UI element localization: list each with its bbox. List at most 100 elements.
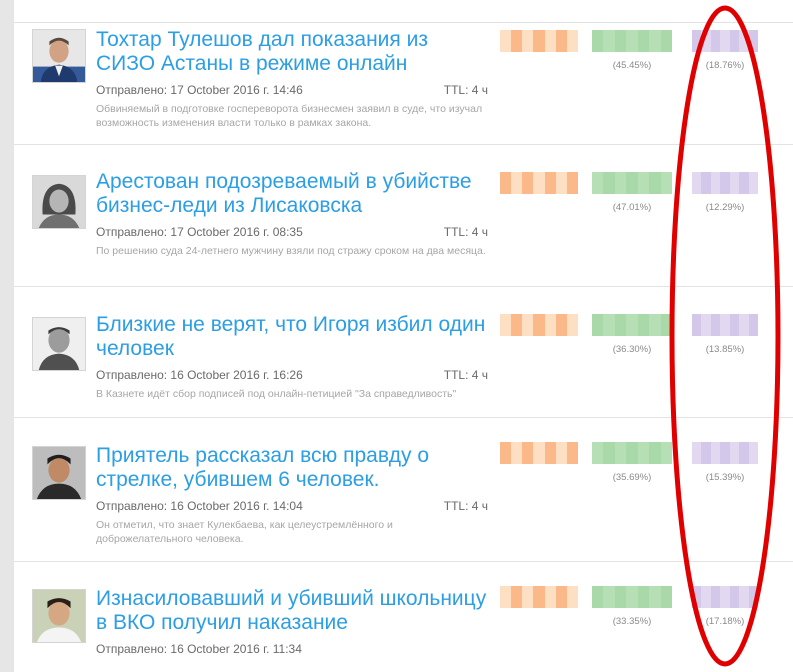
news-description: Обвиняемый в подготовке госпереворота би… <box>96 103 483 129</box>
left-rail <box>0 0 14 672</box>
stat-bar-segment <box>729 442 740 464</box>
stat-bar-segment <box>739 172 749 194</box>
stat-bar-orange <box>500 442 578 464</box>
stat-bar-segment <box>701 314 711 336</box>
stat-bar-segment <box>626 30 638 52</box>
stat-bar-segment <box>729 172 740 194</box>
news-meta: Отправлено: 17 October 2016 г. 08:35 TTL… <box>96 225 488 239</box>
stat-bar-segment <box>692 314 702 336</box>
news-content: Приятель рассказал всю правду о стрелке,… <box>96 444 488 546</box>
news-title-link[interactable]: Тохтар Тулешов дал показания из СИЗО Аст… <box>96 28 488 76</box>
stat-bar-segment <box>592 172 604 194</box>
stat-bar-segment <box>533 442 545 464</box>
stat-bar-segment <box>511 586 523 608</box>
stat-bar-segment <box>544 314 556 336</box>
stat-bar-segment <box>692 442 702 464</box>
stat-bar-segment <box>649 586 661 608</box>
stat-bar-segment <box>603 586 615 608</box>
stat-bar-segment <box>748 586 758 608</box>
stat-bar-segment <box>566 172 578 194</box>
stat-bar-segment <box>637 586 650 608</box>
stat-bar-segment <box>660 172 672 194</box>
stat-bar-segment <box>660 30 672 52</box>
news-meta: Отправлено: 16 October 2016 г. 14:04 TTL… <box>96 499 488 513</box>
news-title-link[interactable]: Близкие не верят, что Игоря избил один ч… <box>96 313 488 361</box>
stat-bar-segment <box>614 586 627 608</box>
stat-bar-segment <box>522 314 534 336</box>
news-avatar[interactable] <box>32 317 86 371</box>
person-photo-icon <box>33 447 85 499</box>
news-avatar[interactable] <box>32 29 86 83</box>
stat-bar-segment <box>692 586 702 608</box>
news-title-link[interactable]: Изнасиловавший и убивший школьницу в ВКО… <box>96 587 488 635</box>
stat-bar-segment <box>720 30 730 52</box>
stat-bar-segment <box>637 314 650 336</box>
stat-bar-segment <box>720 442 730 464</box>
stat-bar-segment <box>614 442 627 464</box>
ttl-value: TTL: 4 ч <box>443 499 488 513</box>
stat-bar-segment <box>555 30 567 52</box>
news-avatar[interactable] <box>32 589 86 643</box>
ttl-value: TTL: 4 ч <box>443 225 488 239</box>
stat-bar-segment <box>533 586 545 608</box>
stat-bar-segment <box>739 442 749 464</box>
stat-bar-segment <box>566 30 578 52</box>
news-row: Арестован подозреваемый в убийстве бизне… <box>14 145 793 287</box>
stat-bar-segment <box>511 30 523 52</box>
stat-bar-segment <box>701 30 711 52</box>
stat-bar-segment <box>710 314 721 336</box>
stat-bar-orange <box>500 172 578 194</box>
stat-bar-segment <box>729 586 740 608</box>
stat-bar-segment <box>649 30 661 52</box>
stat-bar-segment <box>500 314 512 336</box>
stat-bar-segment <box>566 442 578 464</box>
news-title-link[interactable]: Арестован подозреваемый в убийстве бизне… <box>96 170 488 218</box>
stat-bar-segment <box>500 442 512 464</box>
stat-bar-segment <box>511 172 523 194</box>
stat-bar-segment <box>626 442 638 464</box>
stat-bar-segment <box>555 314 567 336</box>
stat-bar-segment <box>649 314 661 336</box>
purple-percentage: (18.76%) <box>705 60 745 71</box>
stat-bar-green <box>592 30 672 52</box>
stat-bar-purple <box>692 30 758 52</box>
news-meta: Отправлено: 16 October 2016 г. 16:26 TTL… <box>96 368 488 382</box>
stat-bar-segment <box>748 172 758 194</box>
sent-date: Отправлено: 16 October 2016 г. 16:26 <box>96 368 303 382</box>
person-photo-icon <box>33 176 85 228</box>
news-avatar[interactable] <box>32 446 86 500</box>
stat-bar-segment <box>710 586 721 608</box>
news-avatar[interactable] <box>32 175 86 229</box>
stat-bar-purple <box>692 442 758 464</box>
stat-bar-segment <box>522 586 534 608</box>
news-row: Приятель рассказал всю правду о стрелке,… <box>14 418 793 562</box>
stat-bar-segment <box>614 30 627 52</box>
stat-bar-segment <box>511 314 523 336</box>
stat-bar-segment <box>720 314 730 336</box>
stat-bar-segment <box>626 586 638 608</box>
stat-bar-segment <box>692 30 702 52</box>
stat-bar-segment <box>649 172 661 194</box>
stat-bar-segment <box>614 172 627 194</box>
news-row: Близкие не верят, что Игоря избил один ч… <box>14 287 793 418</box>
news-content: Арестован подозреваемый в убийстве бизне… <box>96 170 488 258</box>
stat-bar-segment <box>649 442 661 464</box>
stat-bar-purple <box>692 172 758 194</box>
stat-bar-segment <box>626 314 638 336</box>
news-title-link[interactable]: Приятель рассказал всю правду о стрелке,… <box>96 444 488 492</box>
stat-bar-segment <box>592 30 604 52</box>
news-list: Тохтар Тулешов дал показания из СИЗО Аст… <box>14 23 793 672</box>
stat-bar-segment <box>522 442 534 464</box>
stat-bar-segment <box>566 586 578 608</box>
stat-bar-segment <box>522 172 534 194</box>
news-content: Изнасиловавший и убивший школьницу в ВКО… <box>96 587 488 656</box>
stat-bar-segment <box>729 30 740 52</box>
stat-bar-segment <box>701 442 711 464</box>
stat-bar-segment <box>720 586 730 608</box>
person-photo-icon <box>33 30 85 82</box>
person-photo-icon <box>33 318 85 370</box>
green-percentage: (47.01%) <box>612 202 652 213</box>
stat-bar-segment <box>637 30 650 52</box>
news-description: В Казнете идёт сбор подписей под онлайн-… <box>96 388 457 400</box>
stat-bar-orange <box>500 314 578 336</box>
